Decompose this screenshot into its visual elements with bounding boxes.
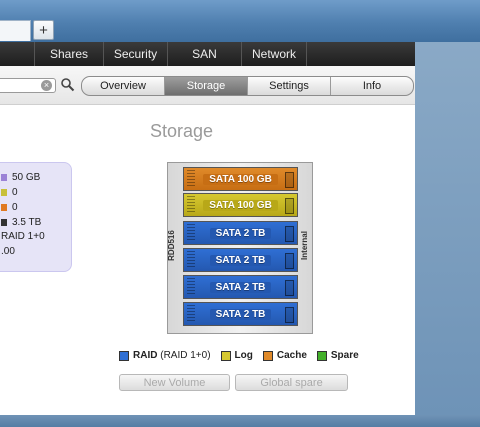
drive-slot-label: SATA 100 GB	[203, 173, 278, 185]
summary-row: 50 GB	[1, 171, 40, 184]
sub-navigation: × Overview Storage Settings Info	[0, 66, 415, 105]
background-panel	[415, 42, 480, 415]
tab-settings[interactable]: Settings	[248, 77, 331, 95]
summary-row: 0	[1, 186, 18, 199]
summary-row: 0	[1, 201, 18, 214]
drive-slot[interactable]: SATA 100 GB	[183, 167, 298, 191]
clear-search-icon[interactable]: ×	[41, 80, 52, 91]
drive-slot-label: SATA 2 TB	[209, 308, 272, 320]
enclosure-right-label: Internal	[299, 231, 309, 260]
search-icon[interactable]	[60, 77, 75, 92]
new-volume-button[interactable]: New Volume	[119, 374, 230, 391]
drive-slot-label: SATA 2 TB	[209, 281, 272, 293]
browser-tab[interactable]	[0, 20, 31, 41]
legend-swatch-raid	[119, 350, 129, 361]
tab-storage[interactable]: Storage	[165, 77, 248, 95]
summary-row: RAID 1+0	[1, 231, 45, 242]
legend-log: Log	[220, 350, 253, 361]
drive-slot[interactable]: SATA 2 TB	[183, 275, 298, 299]
legend-swatch-cache	[262, 350, 273, 361]
drive-slot[interactable]: SATA 100 GB	[183, 193, 298, 217]
legend-raid: RAID (RAID 1+0)	[119, 350, 211, 361]
top-navigation: Shares Security SAN Network	[0, 42, 415, 66]
topnav-item-network[interactable]: Network	[242, 42, 307, 66]
legend-swatch-log	[220, 350, 231, 361]
summary-row: .00	[1, 246, 15, 257]
browser-title-bar	[0, 0, 480, 42]
legend-spare: Spare	[316, 350, 359, 361]
drive-slot-label: SATA 100 GB	[203, 199, 278, 211]
page-title: Storage	[150, 121, 214, 141]
legend-swatch-spare	[316, 350, 327, 361]
new-tab-button[interactable]: +	[33, 20, 54, 40]
storage-enclosure: RDD516 Internal SATA 100 GB SATA 100 GB …	[167, 162, 313, 334]
legend-cache: Cache	[262, 350, 307, 361]
summary-row: 3.5 TB	[1, 216, 41, 229]
summary-swatch	[1, 189, 7, 196]
summary-swatch	[1, 174, 7, 181]
global-spare-button[interactable]: Global spare	[235, 374, 348, 391]
drive-slot[interactable]: SATA 2 TB	[183, 248, 298, 272]
enclosure-left-label: RDD516	[166, 230, 176, 261]
tab-overview[interactable]: Overview	[82, 77, 165, 95]
tab-info[interactable]: Info	[331, 77, 413, 95]
topnav-item-shares[interactable]: Shares	[35, 42, 104, 66]
topnav-item-security[interactable]: Security	[104, 42, 168, 66]
bottom-frame	[0, 415, 480, 427]
drive-slot-label: SATA 2 TB	[209, 227, 272, 239]
drive-legend: RAID (RAID 1+0) Log Cache Spare	[119, 350, 369, 361]
storage-content: Storage 50 GB 0 0 3.5 TB RAID 1+0 .00 RD…	[0, 105, 415, 415]
drive-slot[interactable]: SATA 2 TB	[183, 221, 298, 245]
topnav-item-san[interactable]: SAN	[168, 42, 242, 66]
summary-swatch	[1, 219, 7, 226]
drive-slot-label: SATA 2 TB	[209, 254, 272, 266]
topnav-item-previous[interactable]	[0, 42, 35, 66]
drive-slot[interactable]: SATA 2 TB	[183, 302, 298, 326]
view-tabs: Overview Storage Settings Info	[81, 76, 414, 96]
summary-swatch	[1, 204, 7, 211]
volume-summary-panel: 50 GB 0 0 3.5 TB RAID 1+0 .00	[0, 162, 72, 272]
